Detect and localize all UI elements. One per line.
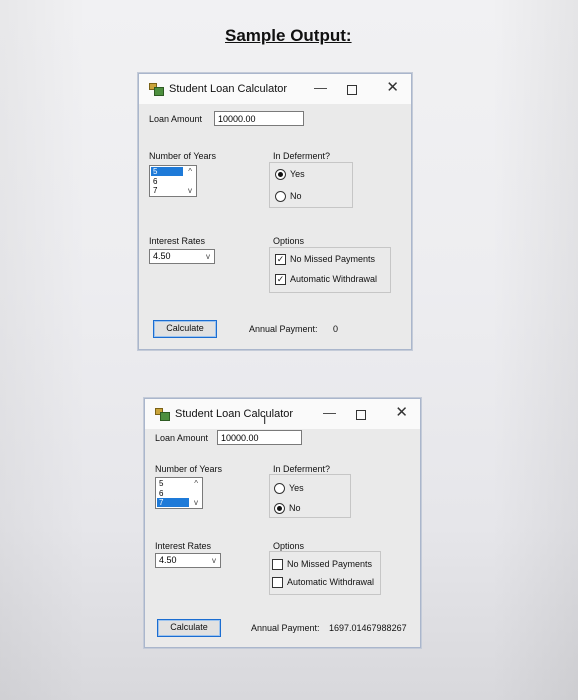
scroll-down-icon[interactable]: v <box>194 498 198 507</box>
deferment-yes-radio[interactable] <box>274 483 285 494</box>
options-group <box>269 551 381 595</box>
title-bar[interactable]: Student Loan Calculator I — ✕ <box>145 399 420 429</box>
options-label: Options <box>273 236 305 246</box>
deferment-no-label: No <box>290 191 302 201</box>
title-bar[interactable]: Student Loan Calculator — ✕ <box>139 74 411 104</box>
close-button[interactable]: ✕ <box>395 405 408 420</box>
calculate-button[interactable]: Calculate <box>157 619 221 637</box>
text-cursor-icon: I <box>263 413 267 427</box>
annual-payment-value: 1697.01467988267 <box>329 623 407 633</box>
list-item[interactable]: 7 <box>157 498 189 507</box>
loan-amount-input[interactable]: 10000.00 <box>217 430 302 445</box>
interest-rates-label: Interest Rates <box>149 236 206 246</box>
deferment-label: In Deferment? <box>273 151 331 161</box>
options-label: Options <box>273 541 305 551</box>
annual-payment-value: 0 <box>333 324 339 334</box>
minimize-button[interactable]: — <box>314 81 327 95</box>
interest-rate-value: 4.50 <box>159 555 177 565</box>
scroll-up-icon[interactable]: ^ <box>188 167 192 176</box>
annual-payment-label: Annual Payment: <box>251 623 320 633</box>
app-icon <box>149 83 164 96</box>
list-item[interactable]: 5 <box>151 167 183 176</box>
deferment-yes-label: Yes <box>289 483 304 493</box>
interest-rate-dropdown[interactable]: 4.50 v <box>149 249 215 264</box>
loan-calculator-window-1: Student Loan Calculator — ✕ Loan Amount … <box>138 73 412 350</box>
no-missed-payments-label: No Missed Payments <box>290 254 376 264</box>
chevron-down-icon: v <box>212 556 216 565</box>
years-listbox[interactable]: 5 6 7 ^ v <box>149 165 197 197</box>
annual-payment-label: Annual Payment: <box>249 324 318 334</box>
deferment-no-radio[interactable] <box>275 191 286 202</box>
automatic-withdrawal-checkbox[interactable]: ✓ <box>275 274 286 285</box>
list-item[interactable]: 6 <box>157 489 189 498</box>
loan-amount-label: Loan Amount <box>155 433 209 443</box>
list-item[interactable]: 5 <box>157 479 189 488</box>
maximize-button[interactable] <box>356 410 366 420</box>
minimize-button[interactable]: — <box>323 406 336 420</box>
automatic-withdrawal-checkbox[interactable] <box>272 577 283 588</box>
years-label: Number of Years <box>155 464 223 474</box>
automatic-withdrawal-label: Automatic Withdrawal <box>290 274 378 284</box>
no-missed-payments-label: No Missed Payments <box>287 559 373 569</box>
chevron-down-icon: v <box>206 252 210 261</box>
window-title: Student Loan Calculator <box>175 408 294 420</box>
window-title: Student Loan Calculator <box>169 83 288 95</box>
list-item[interactable]: 7 <box>151 186 183 195</box>
interest-rate-value: 4.50 <box>153 251 171 261</box>
no-missed-payments-checkbox[interactable] <box>272 559 283 570</box>
years-listbox[interactable]: 5 6 7 ^ v <box>155 477 203 509</box>
deferment-yes-label: Yes <box>290 169 305 179</box>
deferment-no-radio[interactable] <box>274 503 285 514</box>
page-heading: Sample Output: <box>225 26 352 45</box>
no-missed-payments-checkbox[interactable]: ✓ <box>275 254 286 265</box>
close-button[interactable]: ✕ <box>386 80 399 95</box>
maximize-button[interactable] <box>347 85 357 95</box>
interest-rate-dropdown[interactable]: 4.50 v <box>155 553 221 568</box>
interest-rates-label: Interest Rates <box>155 541 212 551</box>
deferment-label: In Deferment? <box>273 464 331 474</box>
list-item[interactable]: 6 <box>151 177 183 186</box>
app-icon <box>155 408 170 421</box>
loan-amount-label: Loan Amount <box>149 114 203 124</box>
calculate-button[interactable]: Calculate <box>153 320 217 338</box>
loan-calculator-window-2: Student Loan Calculator I — ✕ Loan Amoun… <box>144 398 421 648</box>
deferment-no-label: No <box>289 503 301 513</box>
deferment-yes-radio[interactable] <box>275 169 286 180</box>
loan-amount-input[interactable]: 10000.00 <box>214 111 304 126</box>
years-label: Number of Years <box>149 151 217 161</box>
scroll-up-icon[interactable]: ^ <box>194 479 198 488</box>
scroll-down-icon[interactable]: v <box>188 186 192 195</box>
automatic-withdrawal-label: Automatic Withdrawal <box>287 577 375 587</box>
